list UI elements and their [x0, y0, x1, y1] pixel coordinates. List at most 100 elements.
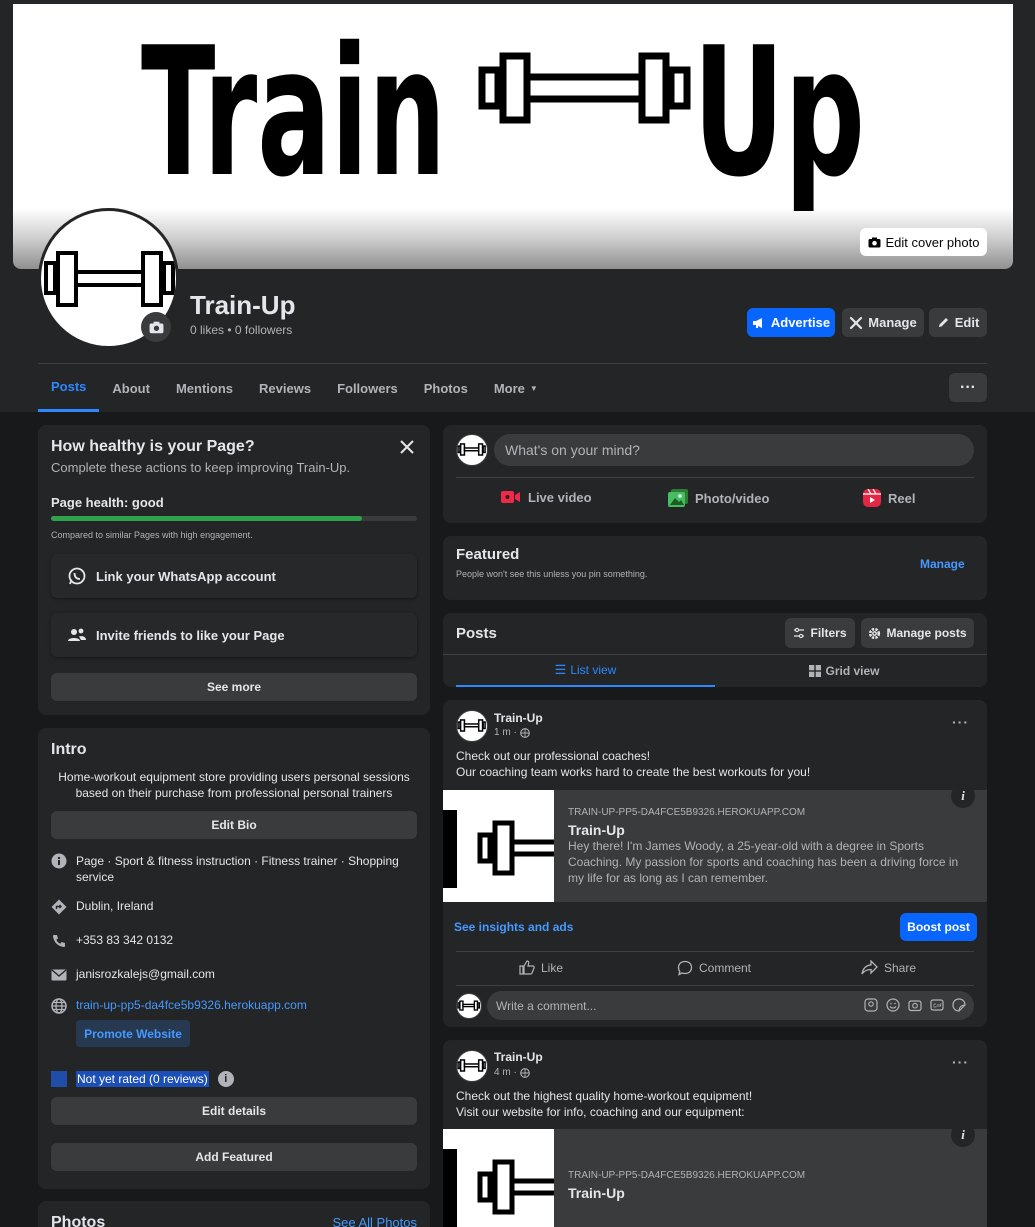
comment-input[interactable]: Write a comment...	[487, 991, 974, 1020]
add-featured-button[interactable]: Add Featured	[51, 1143, 417, 1171]
people-icon	[68, 628, 86, 641]
photo-video-button[interactable]: Photo/video	[668, 489, 769, 507]
post-author-name[interactable]: Train-Up	[494, 711, 543, 725]
live-video-button[interactable]: Live video	[501, 489, 592, 505]
featured-manage-link[interactable]: Manage	[920, 557, 965, 571]
composer-avatar	[456, 434, 488, 466]
see-all-photos-link[interactable]: See All Photos	[332, 1215, 417, 1227]
link-preview[interactable]: TRAIN-UP-PP5-DA4FCE5B9326.HEROKUAPP.COM …	[443, 784, 987, 902]
ellipsis-icon: ···	[952, 1054, 969, 1070]
edit-page-button[interactable]: Edit	[929, 308, 987, 337]
tab-more[interactable]: More ▼	[481, 364, 551, 412]
link-preview[interactable]: TRAIN-UP-PP5-DA4FCE5B9326.HEROKUAPP.COM …	[443, 1123, 987, 1227]
composer-input[interactable]: What's on your mind?	[494, 434, 974, 466]
grid-view-tab[interactable]: Grid view	[715, 655, 974, 687]
advertise-button[interactable]: Advertise	[747, 308, 835, 337]
caret-down-icon: ▼	[529, 383, 538, 393]
rating-text: Not yet rated (0 reviews)	[76, 1071, 209, 1087]
composer-divider	[456, 477, 974, 478]
tab-more-label: More	[493, 380, 525, 396]
like-button[interactable]: Like	[519, 960, 563, 975]
link-description: Hey there! I'm James Woody, a 25-year-ol…	[568, 839, 959, 885]
filters-button[interactable]: Filters	[785, 618, 855, 648]
like-label: Like	[541, 960, 564, 975]
link-preview-image	[443, 790, 554, 902]
intro-phone: +353 83 342 0132	[76, 933, 174, 947]
manage-button[interactable]: Manage	[842, 308, 924, 337]
sticker-icon[interactable]	[952, 998, 966, 1012]
rating-info-icon[interactable]: i	[217, 1071, 234, 1087]
update-profile-picture-button[interactable]	[141, 312, 171, 342]
post-author-avatar[interactable]	[456, 1050, 488, 1082]
ellipsis-icon: ···	[952, 714, 969, 730]
close-icon[interactable]	[397, 437, 417, 457]
share-button[interactable]: Share	[861, 960, 916, 975]
edit-details-button[interactable]: Edit details	[51, 1097, 417, 1125]
phone-icon	[51, 933, 67, 949]
tab-reviews[interactable]: Reviews	[246, 364, 324, 412]
link-domain: TRAIN-UP-PP5-DA4FCE5B9326.HEROKUAPP.COM	[568, 807, 806, 818]
invite-friends-item[interactable]: Invite friends to like your Page	[51, 613, 417, 657]
promote-website-button[interactable]: Promote Website	[76, 1020, 190, 1047]
gif-icon[interactable]	[930, 998, 944, 1012]
list-view-tab[interactable]: ☰ List view	[456, 655, 715, 687]
page-title: Train-Up	[190, 290, 296, 320]
camera-icon	[868, 237, 881, 247]
grid-icon	[809, 665, 822, 677]
cover-dumbbell-icon	[478, 52, 691, 124]
filters-label: Filters	[810, 626, 847, 640]
edit-cover-label: Edit cover photo	[885, 234, 980, 250]
photos-card: Photos See All Photos	[38, 1201, 430, 1227]
pencil-icon	[938, 318, 948, 327]
tab-about[interactable]: About	[99, 364, 163, 412]
avatar-dumbbell-icon	[457, 1000, 481, 1011]
list-view-label: List view	[570, 663, 617, 677]
page-stats: 0 likes • 0 followers	[190, 323, 293, 337]
post-time[interactable]: 1 m ·	[494, 727, 517, 738]
more-options-button[interactable]: ···	[949, 373, 987, 402]
manage-posts-button[interactable]: Manage posts	[861, 618, 974, 648]
post-options-button[interactable]: ···	[952, 714, 969, 730]
manage-posts-label: Manage posts	[886, 626, 967, 640]
manage-label: Manage	[868, 315, 917, 330]
link-info-icon[interactable]: i	[951, 1123, 975, 1147]
see-insights-link[interactable]: See insights and ads	[454, 920, 573, 934]
tab-followers[interactable]: Followers	[324, 364, 411, 412]
post-text: Check out the highest quality home-worko…	[456, 1088, 752, 1120]
post-time[interactable]: 4 m ·	[494, 1067, 517, 1078]
tab-posts[interactable]: Posts	[38, 364, 100, 412]
ellipsis-icon: ···	[960, 378, 976, 396]
reel-button[interactable]: Reel	[863, 489, 915, 507]
post-actions-divider	[456, 951, 974, 952]
intro-email: janisrozkalejs@gmail.com	[76, 967, 215, 981]
camera-icon[interactable]	[908, 998, 922, 1012]
link-whatsapp-label: Link your WhatsApp account	[96, 568, 276, 584]
live-video-icon	[501, 491, 520, 503]
intro-location-row: Dublin, Ireland	[51, 899, 153, 915]
intro-bio: Home-workout equipment store providing u…	[58, 770, 410, 800]
emoji-icon[interactable]	[886, 998, 900, 1012]
post-text-line: Visit our website for info, coaching and…	[456, 1105, 745, 1119]
see-more-button[interactable]: See more	[51, 673, 417, 701]
intro-location: Dublin, Ireland	[76, 899, 154, 913]
link-whatsapp-item[interactable]: Link your WhatsApp account	[51, 554, 417, 598]
comment-button[interactable]: Comment	[677, 960, 751, 976]
boost-post-button[interactable]: Boost post	[900, 913, 977, 941]
post-card: Train-Up 1 m · ··· Check out our profess…	[443, 700, 987, 1027]
avatar-sticker-icon[interactable]	[864, 998, 878, 1012]
featured-title: Featured	[456, 546, 520, 563]
edit-bio-button[interactable]: Edit Bio	[51, 811, 417, 839]
tab-mentions[interactable]: Mentions	[163, 364, 246, 412]
edit-cover-photo-button[interactable]: Edit cover photo	[860, 228, 987, 256]
health-status: Page health: good	[51, 495, 164, 510]
intro-website-link[interactable]: train-up-pp5-da4fce5b9326.herokuapp.com	[76, 998, 307, 1012]
post-options-button[interactable]: ···	[952, 1054, 969, 1070]
thumbs-up-icon	[519, 960, 535, 975]
whatsapp-icon	[68, 567, 86, 585]
page-health-card: How healthy is your Page? Complete these…	[38, 425, 430, 715]
mail-icon	[51, 967, 67, 983]
post-author-avatar[interactable]	[456, 710, 488, 742]
link-info-icon[interactable]: i	[951, 784, 975, 808]
tab-photos[interactable]: Photos	[411, 364, 481, 412]
post-author-name[interactable]: Train-Up	[494, 1050, 543, 1064]
